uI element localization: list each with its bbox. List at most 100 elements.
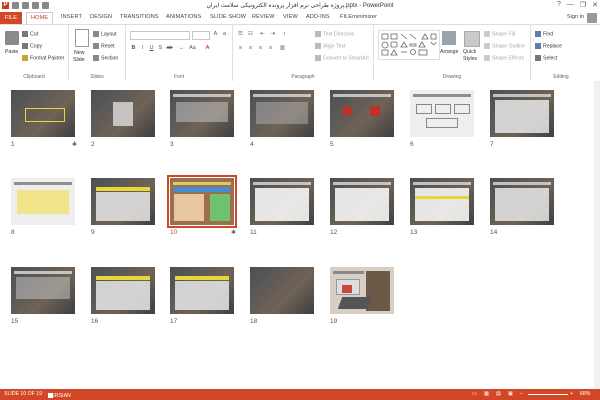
align-center-icon[interactable]: ≡ [247, 45, 254, 52]
char-spacing-icon[interactable]: ↔ [178, 45, 185, 52]
normal-view-icon[interactable]: ▭ [472, 391, 477, 397]
font-color-icon[interactable]: A [204, 45, 211, 52]
quick-styles-button-line2[interactable]: Styles [463, 56, 477, 62]
justify-icon[interactable]: ≡ [267, 45, 274, 52]
strikethrough-icon[interactable]: ab [166, 45, 173, 52]
slide-number: 1 [11, 141, 15, 148]
shape-effects-button[interactable]: Shape Effects [484, 55, 524, 61]
slide-thumbnail[interactable] [250, 267, 314, 314]
format-painter-button[interactable]: Format Painter [22, 55, 64, 61]
slide-thumbnail[interactable] [330, 267, 394, 314]
vertical-scrollbar[interactable] [594, 81, 600, 389]
avatar[interactable] [587, 13, 597, 23]
reset-button[interactable]: Reset [93, 43, 115, 49]
tab-design[interactable]: DESIGN [90, 14, 112, 20]
restore-button[interactable]: ❐ [580, 1, 586, 9]
layout-button[interactable]: Layout [93, 31, 117, 37]
slide-number: 7 [490, 141, 494, 148]
numbering-icon[interactable]: ☷ [247, 31, 254, 38]
slide-thumbnail[interactable] [250, 178, 314, 225]
arrange-icon[interactable] [442, 31, 456, 45]
slide-thumbnail[interactable] [91, 178, 155, 225]
zoom-in-icon[interactable]: + [570, 391, 573, 397]
slide-thumbnail[interactable] [490, 90, 554, 137]
shadow-icon[interactable]: S [157, 45, 164, 52]
slideshow-view-icon[interactable]: ▣ [508, 391, 513, 397]
slide-thumbnail[interactable] [11, 90, 75, 137]
tab-animations[interactable]: ANIMATIONS [166, 14, 201, 20]
tab-insert[interactable]: INSERT [61, 14, 82, 20]
cut-button[interactable]: Cut [22, 31, 38, 37]
columns-icon[interactable]: ▥ [279, 45, 286, 52]
copy-button[interactable]: Copy [22, 43, 42, 49]
new-slide-button-line2[interactable]: Slide [73, 57, 85, 63]
slide-thumbnail[interactable] [250, 90, 314, 137]
close-button[interactable]: ✕ [592, 1, 598, 9]
change-case-icon[interactable]: Aa [189, 45, 196, 52]
shape-fill-button[interactable]: Shape Fill [484, 31, 515, 37]
shrink-font-icon[interactable]: a [221, 31, 228, 38]
decrease-indent-icon[interactable]: ⇤ [259, 31, 266, 38]
font-name-combo[interactable] [130, 31, 190, 40]
slides-group: New Slide Layout Reset Section Slides [69, 25, 126, 81]
drawing-label: Drawing [442, 74, 462, 80]
shapes-gallery[interactable] [378, 30, 440, 60]
find-button[interactable]: Find [535, 31, 553, 37]
slide-thumbnail[interactable] [11, 267, 75, 314]
underline-icon[interactable]: U [148, 45, 155, 52]
slide-thumbnail[interactable] [330, 178, 394, 225]
minimize-button[interactable]: — [567, 1, 574, 9]
zoom-slider[interactable] [528, 394, 568, 395]
section-button[interactable]: Section [93, 55, 118, 61]
tab-add-ins[interactable]: ADD-INS [306, 14, 330, 20]
increase-indent-icon[interactable]: ⇥ [269, 31, 276, 38]
grow-font-icon[interactable]: A [212, 31, 219, 38]
convert-smartart-button[interactable]: Convert to SmartArt [315, 55, 369, 61]
slide-thumbnail[interactable] [330, 90, 394, 137]
slide-thumbnail[interactable] [490, 178, 554, 225]
tab-slide-show[interactable]: SLIDE SHOW [210, 14, 246, 20]
zoom-level[interactable]: 68% [580, 391, 590, 397]
line-spacing-icon[interactable]: ↕ [281, 31, 288, 38]
tab-view[interactable]: VIEW [283, 14, 298, 20]
new-slide-button[interactable]: New [74, 50, 84, 56]
section-icon [93, 55, 99, 61]
text-direction-button[interactable]: Text Direction [315, 31, 354, 37]
tab-fileminimizer[interactable]: FILEminimizer [340, 14, 377, 20]
tab-transitions[interactable]: TRANSITIONS [120, 14, 159, 20]
slide-thumbnail[interactable] [91, 90, 155, 137]
slide-sorter-view-icon[interactable]: ▦ [484, 391, 489, 397]
slide-thumbnail[interactable] [170, 267, 234, 314]
paste-icon[interactable] [5, 31, 19, 45]
zoom-out-icon[interactable]: − [520, 391, 523, 397]
italic-icon[interactable]: I [139, 45, 146, 52]
align-right-icon[interactable]: ≡ [257, 45, 264, 52]
slide-thumbnail-selected[interactable] [167, 175, 237, 228]
replace-button[interactable]: Replace [535, 43, 562, 49]
slide-thumbnail[interactable] [11, 178, 75, 225]
tab-file[interactable]: FILE [0, 12, 22, 24]
clipboard-label: Clipboard [23, 74, 45, 80]
quick-styles-icon[interactable] [464, 31, 480, 47]
new-slide-icon[interactable] [75, 29, 89, 47]
shape-outline-button[interactable]: Shape Outline [484, 43, 525, 49]
tab-review[interactable]: REVIEW [252, 14, 275, 20]
slide-thumbnail[interactable] [170, 90, 234, 137]
bold-icon[interactable]: B [130, 45, 137, 52]
font-size-combo[interactable] [192, 31, 210, 40]
align-text-button[interactable]: Align Text [315, 43, 345, 49]
quick-styles-button[interactable]: Quick [463, 49, 476, 55]
tab-home[interactable]: HOME [26, 12, 54, 24]
align-left-icon[interactable]: ≡ [237, 45, 244, 52]
help-button[interactable]: ? [557, 1, 561, 9]
bullets-icon[interactable]: ☰ [237, 31, 244, 38]
slide-number: 17 [170, 318, 178, 325]
reading-view-icon[interactable]: ▤ [496, 391, 501, 397]
paste-button[interactable]: Paste [5, 49, 18, 55]
slide-thumbnail[interactable] [91, 267, 155, 314]
slide-thumbnail[interactable] [410, 90, 474, 137]
select-button[interactable]: Select [535, 55, 557, 61]
arrange-button[interactable]: Arrange [440, 49, 458, 55]
sign-in-link[interactable]: Sign in [567, 14, 584, 20]
slide-thumbnail[interactable] [410, 178, 474, 225]
